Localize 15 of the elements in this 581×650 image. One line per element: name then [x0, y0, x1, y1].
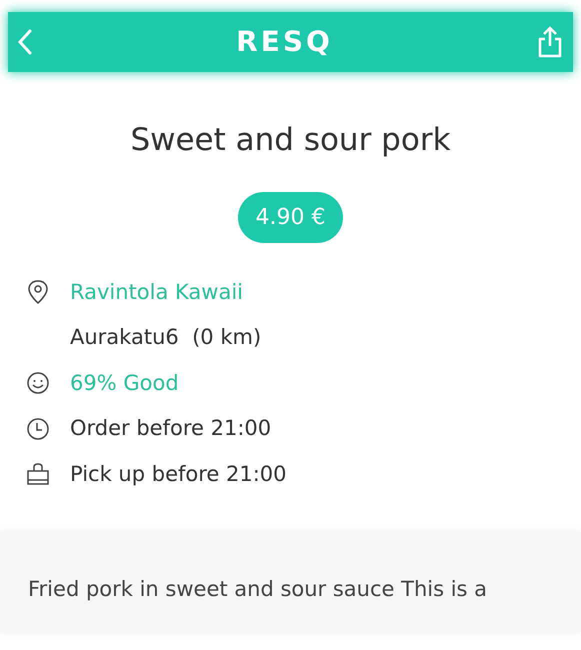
bag-icon	[26, 461, 50, 488]
back-icon[interactable]	[18, 29, 32, 55]
rating-text: 69% Good	[70, 370, 179, 396]
product-title: Sweet and sour pork	[130, 121, 451, 160]
clock-icon	[26, 416, 50, 442]
app-logo: RESQ	[236, 24, 333, 60]
time-text: Pick up before 21:00	[70, 460, 287, 488]
share-icon[interactable]	[537, 26, 563, 58]
description-text: Fried pork in sweet and sour sauce This is a	[28, 576, 488, 603]
price-badge: 4.90 €	[238, 192, 344, 242]
pin-icon	[26, 279, 50, 306]
restaurant-link[interactable]: Ravintola Kawaii	[70, 276, 244, 308]
time-text: Order before 21:00	[70, 415, 272, 442]
smiley-icon	[26, 370, 50, 396]
address-text: Aurakatu6 (0 km)	[70, 324, 262, 351]
